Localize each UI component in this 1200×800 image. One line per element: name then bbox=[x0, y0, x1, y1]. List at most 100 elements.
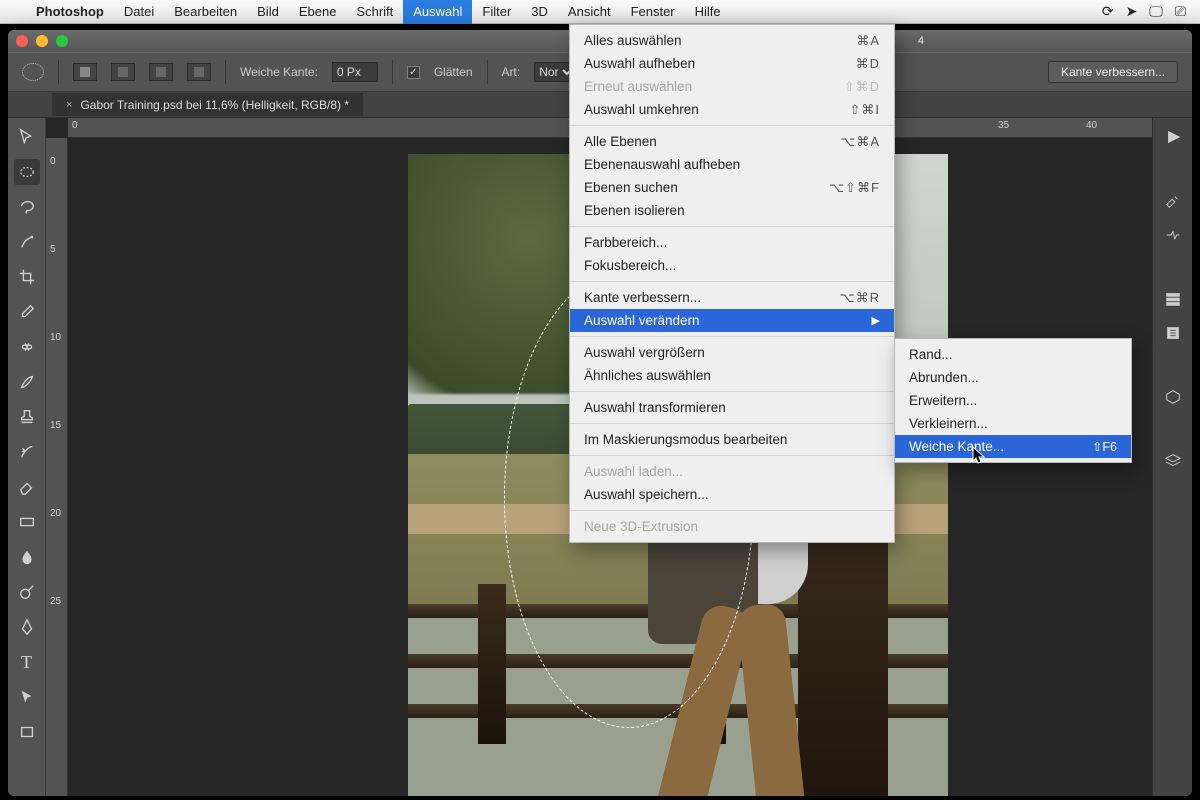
submenu-item[interactable]: Abrunden... bbox=[895, 366, 1131, 389]
menu-item[interactable]: Auswahl speichern... bbox=[570, 483, 894, 506]
menu-item-label: Im Maskierungsmodus bearbeiten bbox=[584, 432, 787, 447]
submenu-item-label: Weiche Kante... bbox=[909, 439, 1004, 454]
submenu-item-label: Verkleinern... bbox=[909, 416, 988, 431]
move-tool-icon[interactable] bbox=[14, 124, 40, 150]
menu-auswahl[interactable]: Auswahl bbox=[403, 0, 472, 24]
menu-item[interactable]: Farbbereich... bbox=[570, 231, 894, 254]
menu-item-label: Ebenen isolieren bbox=[584, 203, 685, 218]
pen-tool-icon[interactable] bbox=[14, 614, 40, 640]
menu-item-shortcut: ⌘D bbox=[856, 56, 880, 72]
feather-label: Weiche Kante: bbox=[240, 65, 318, 79]
antialias-checkbox[interactable]: ✓ bbox=[407, 66, 420, 79]
window-close-button[interactable] bbox=[16, 35, 28, 47]
menu-fenster[interactable]: Fenster bbox=[621, 0, 685, 24]
dodge-tool-icon[interactable] bbox=[14, 579, 40, 605]
submenu-item[interactable]: Rand... bbox=[895, 343, 1131, 366]
menu-item[interactable]: Auswahl umkehren⇧⌘I bbox=[570, 98, 894, 121]
menu-item-label: Alle Ebenen bbox=[584, 134, 657, 149]
path-select-tool-icon[interactable] bbox=[14, 684, 40, 710]
submenu-item[interactable]: Verkleinern... bbox=[895, 412, 1131, 435]
menu-item-label: Ebenenauswahl aufheben bbox=[584, 157, 740, 172]
menu-ansicht[interactable]: Ansicht bbox=[558, 0, 621, 24]
menu-ebene[interactable]: Ebene bbox=[289, 0, 347, 24]
window-minimize-button[interactable] bbox=[36, 35, 48, 47]
menu-hilfe[interactable]: Hilfe bbox=[685, 0, 731, 24]
menu-item[interactable]: Ebenenauswahl aufheben bbox=[570, 153, 894, 176]
gradient-tool-icon[interactable] bbox=[14, 509, 40, 535]
mac-menubar: Photoshop Datei Bearbeiten Bild Ebene Sc… bbox=[0, 0, 1200, 24]
stamp-tool-icon[interactable] bbox=[14, 404, 40, 430]
panel-layers-icon[interactable] bbox=[1161, 450, 1185, 472]
menu-filter[interactable]: Filter bbox=[472, 0, 521, 24]
feather-input[interactable] bbox=[332, 62, 378, 82]
marquee-tool-icon[interactable] bbox=[14, 159, 40, 185]
menu-item[interactable]: Fokusbereich... bbox=[570, 254, 894, 277]
ruler-tick: 35 bbox=[998, 120, 1009, 131]
ruler-tick: 40 bbox=[1086, 120, 1097, 131]
menu-schrift[interactable]: Schrift bbox=[346, 0, 403, 24]
menu-item-label: Auswahl verändern bbox=[584, 313, 700, 328]
submenu-item[interactable]: Weiche Kante...⇧F6 bbox=[895, 435, 1131, 458]
menu-item[interactable]: Auswahl verändern ▶ bbox=[570, 309, 894, 332]
menu-item[interactable]: Kante verbessern...⌥⌘R bbox=[570, 286, 894, 309]
ruler-tick: 15 bbox=[50, 420, 61, 431]
menu-bearbeiten[interactable]: Bearbeiten bbox=[164, 0, 247, 24]
tray-airplay-icon[interactable]: ⎚ bbox=[1175, 3, 1186, 20]
menu-datei[interactable]: Datei bbox=[114, 0, 164, 24]
menu-item[interactable]: Auswahl transformieren bbox=[570, 396, 894, 419]
history-brush-tool-icon[interactable] bbox=[14, 439, 40, 465]
blur-tool-icon[interactable] bbox=[14, 544, 40, 570]
window-zoom-button[interactable] bbox=[56, 35, 68, 47]
rectangle-tool-icon[interactable] bbox=[14, 719, 40, 745]
menu-item[interactable]: Im Maskierungsmodus bearbeiten bbox=[570, 428, 894, 451]
tray-display-icon[interactable]: 🖵 bbox=[1149, 3, 1163, 20]
selection-mode-intersect[interactable] bbox=[187, 63, 211, 81]
panel-history-icon[interactable] bbox=[1161, 288, 1185, 310]
menu-item[interactable]: Ebenen isolieren bbox=[570, 199, 894, 222]
tray-arrow-icon[interactable]: ➤ bbox=[1126, 3, 1138, 20]
brush-tool-icon[interactable] bbox=[14, 369, 40, 395]
lasso-tool-icon[interactable] bbox=[14, 194, 40, 220]
selection-mode-subtract[interactable] bbox=[149, 63, 173, 81]
menu-item[interactable]: Ebenen suchen⌥⇧⌘F bbox=[570, 176, 894, 199]
menu-bild[interactable]: Bild bbox=[247, 0, 289, 24]
healing-tool-icon[interactable] bbox=[14, 334, 40, 360]
selection-mode-new[interactable] bbox=[73, 63, 97, 81]
menubar-tray: ⟳ ➤ 🖵 ⎚ bbox=[1102, 3, 1192, 20]
panel-clone-icon[interactable] bbox=[1161, 224, 1185, 246]
quick-select-tool-icon[interactable] bbox=[14, 229, 40, 255]
crop-tool-icon[interactable] bbox=[14, 264, 40, 290]
menu-item[interactable]: Ähnliches auswählen bbox=[570, 364, 894, 387]
menu-item-label: Auswahl speichern... bbox=[584, 487, 709, 502]
panel-actions-icon[interactable] bbox=[1161, 322, 1185, 344]
app-name[interactable]: Photoshop bbox=[26, 4, 114, 19]
menu-3d[interactable]: 3D bbox=[521, 0, 558, 24]
panel-3d-icon[interactable] bbox=[1161, 386, 1185, 408]
menu-item[interactable]: Auswahl vergrößern bbox=[570, 341, 894, 364]
submenu-arrow-icon: ▶ bbox=[872, 314, 880, 327]
menu-item[interactable]: Auswahl aufheben ⌘D bbox=[570, 52, 894, 75]
menu-item-label: Auswahl transformieren bbox=[584, 400, 726, 415]
menu-item[interactable]: Alle Ebenen ⌥⌘A bbox=[570, 130, 894, 153]
refine-edge-button[interactable]: Kante verbessern... bbox=[1048, 61, 1178, 83]
menu-item-shortcut: ⌥⇧⌘F bbox=[829, 180, 880, 196]
document-tab[interactable]: × Gabor Training.psd bei 11,6% (Helligke… bbox=[52, 93, 363, 116]
document-tab-title: Gabor Training.psd bei 11,6% (Helligkeit… bbox=[80, 98, 349, 112]
menu-item[interactable]: Alles auswählen⌘A bbox=[570, 29, 894, 52]
menu-item-label: Auswahl umkehren bbox=[584, 102, 699, 117]
type-tool-icon[interactable]: T bbox=[14, 649, 40, 675]
tab-close-icon[interactable]: × bbox=[66, 99, 72, 111]
submenu-item[interactable]: Erweitern... bbox=[895, 389, 1131, 412]
panel-brushes-icon[interactable] bbox=[1161, 190, 1185, 212]
panel-play-icon[interactable] bbox=[1161, 126, 1185, 148]
tray-sync-icon[interactable]: ⟳ bbox=[1102, 3, 1114, 20]
eyedropper-tool-icon[interactable] bbox=[14, 299, 40, 325]
eraser-tool-icon[interactable] bbox=[14, 474, 40, 500]
active-tool-icon[interactable] bbox=[22, 63, 44, 81]
menu-item-label: Auswahl aufheben bbox=[584, 56, 695, 71]
menu-item: Auswahl laden... bbox=[570, 460, 894, 483]
menu-item-shortcut: ⌥⌘A bbox=[840, 134, 880, 150]
window-title-fragment: 4 bbox=[918, 35, 924, 47]
selection-mode-add[interactable] bbox=[111, 63, 135, 81]
submenu-item-label: Rand... bbox=[909, 347, 953, 362]
